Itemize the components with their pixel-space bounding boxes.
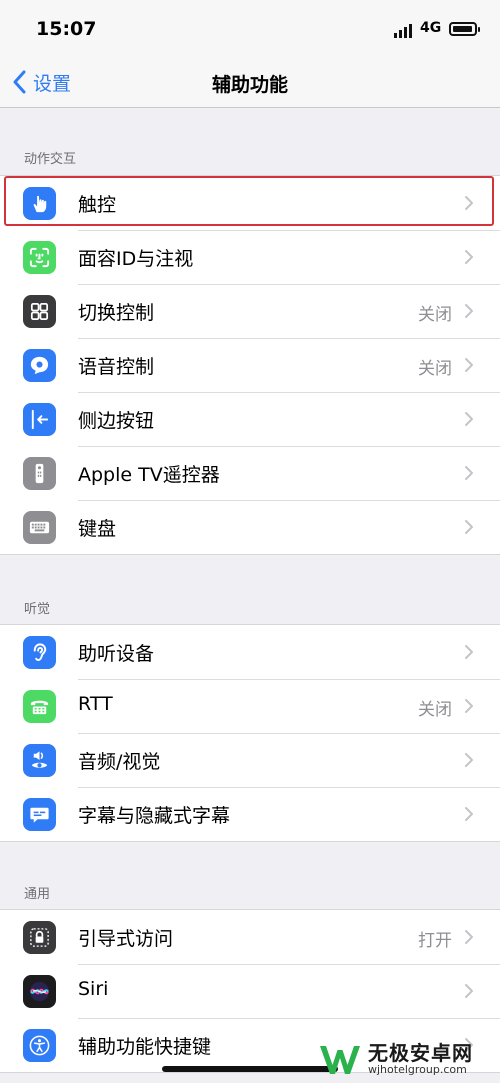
- row-label: 音频/视觉: [78, 751, 161, 773]
- group-hearing: 助听设备 RTT 关闭 音频/视觉 字幕与隐藏式字幕: [0, 624, 500, 842]
- row-switch-control[interactable]: 切换控制 关闭: [0, 284, 500, 338]
- row-hearing-devices[interactable]: 助听设备: [0, 625, 500, 679]
- remote-icon: [23, 457, 56, 490]
- ear-icon: [23, 636, 56, 669]
- row-label: 面容ID与注视: [78, 248, 194, 270]
- row-guided-access[interactable]: 引导式访问 打开: [0, 910, 500, 964]
- voice-control-icon: [23, 349, 56, 382]
- row-keyboard[interactable]: 键盘: [0, 500, 500, 554]
- chevron-right-icon: [465, 250, 473, 264]
- side-button-icon: [23, 403, 56, 436]
- row-subtitles[interactable]: 字幕与隐藏式字幕: [0, 787, 500, 841]
- row-label: 助听设备: [78, 643, 155, 665]
- chevron-right-icon: [465, 466, 473, 480]
- keyboard-icon: [23, 511, 56, 544]
- row-value: 关闭: [418, 305, 452, 325]
- chevron-right-icon: [465, 699, 473, 713]
- chevron-right-icon: [465, 196, 473, 210]
- watermark-url: wjhotelgroup.com: [368, 1063, 467, 1077]
- row-label: 触控: [78, 194, 117, 216]
- row-label: 侧边按钮: [78, 410, 155, 432]
- row-side-button[interactable]: 侧边按钮: [0, 392, 500, 446]
- chevron-right-icon: [465, 412, 473, 426]
- chevron-right-icon: [465, 984, 473, 998]
- home-indicator: [162, 1066, 338, 1072]
- network-type: 4G: [420, 20, 442, 36]
- navigation-bar: 设置 辅助功能: [0, 58, 500, 108]
- row-siri[interactable]: Siri: [0, 964, 500, 1018]
- chevron-right-icon: [465, 753, 473, 767]
- chevron-right-icon: [465, 645, 473, 659]
- siri-icon: [23, 975, 56, 1008]
- row-label: 字幕与隐藏式字幕: [78, 805, 231, 827]
- row-label: Apple TV遥控器: [78, 464, 220, 486]
- row-label: 切换控制: [78, 302, 155, 324]
- group-physical: 触控 面容ID与注视 切换控制 关闭 语音控制 关闭 侧边按钮 Apple TV…: [0, 175, 500, 555]
- row-apple-tv-remote[interactable]: Apple TV遥控器: [0, 446, 500, 500]
- grid-squares-icon: [23, 295, 56, 328]
- section-header-hearing: 听觉: [24, 602, 51, 617]
- chevron-right-icon: [465, 520, 473, 534]
- speaker-eye-icon: [23, 744, 56, 777]
- row-touch[interactable]: 触控: [0, 176, 500, 230]
- row-voice-control[interactable]: 语音控制 关闭: [0, 338, 500, 392]
- hand-pointer-icon: [23, 187, 56, 220]
- chevron-right-icon: [465, 930, 473, 944]
- cellular-signal-icon: [394, 24, 412, 38]
- battery-icon: [449, 22, 480, 36]
- row-rtt[interactable]: RTT 关闭: [0, 679, 500, 733]
- section-header-general: 通用: [24, 887, 51, 902]
- row-audio-visual[interactable]: 音频/视觉: [0, 733, 500, 787]
- row-face-id[interactable]: 面容ID与注视: [0, 230, 500, 284]
- row-value: 关闭: [418, 359, 452, 379]
- face-id-icon: [23, 241, 56, 274]
- status-time: 15:07: [36, 18, 97, 40]
- row-label: 语音控制: [78, 356, 155, 378]
- chevron-right-icon: [465, 358, 473, 372]
- watermark-name: 无极安卓网: [368, 1041, 473, 1066]
- row-label: 辅助功能快捷键: [78, 1036, 212, 1058]
- lock-icon: [23, 921, 56, 954]
- status-bar: 15:07 4G: [0, 0, 500, 58]
- watermark: 无极安卓网 wjhotelgroup.com: [318, 1036, 500, 1083]
- row-label: 键盘: [78, 518, 117, 540]
- caption-bubble-icon: [23, 798, 56, 831]
- row-label: 引导式访问: [78, 928, 174, 950]
- watermark-text: 无极安卓网 wjhotelgroup.com: [368, 1042, 473, 1076]
- tty-phone-icon: [23, 690, 56, 723]
- section-header-physical: 动作交互: [24, 152, 77, 167]
- watermark-logo-icon: [320, 1045, 360, 1074]
- chevron-right-icon: [465, 807, 473, 821]
- row-value: 打开: [418, 931, 452, 951]
- accessibility-person-icon: [23, 1029, 56, 1062]
- row-value: 关闭: [418, 700, 452, 720]
- row-label: Siri: [78, 978, 109, 1000]
- page-title: 辅助功能: [211, 74, 288, 96]
- row-label: RTT: [78, 693, 113, 715]
- chevron-right-icon: [465, 304, 473, 318]
